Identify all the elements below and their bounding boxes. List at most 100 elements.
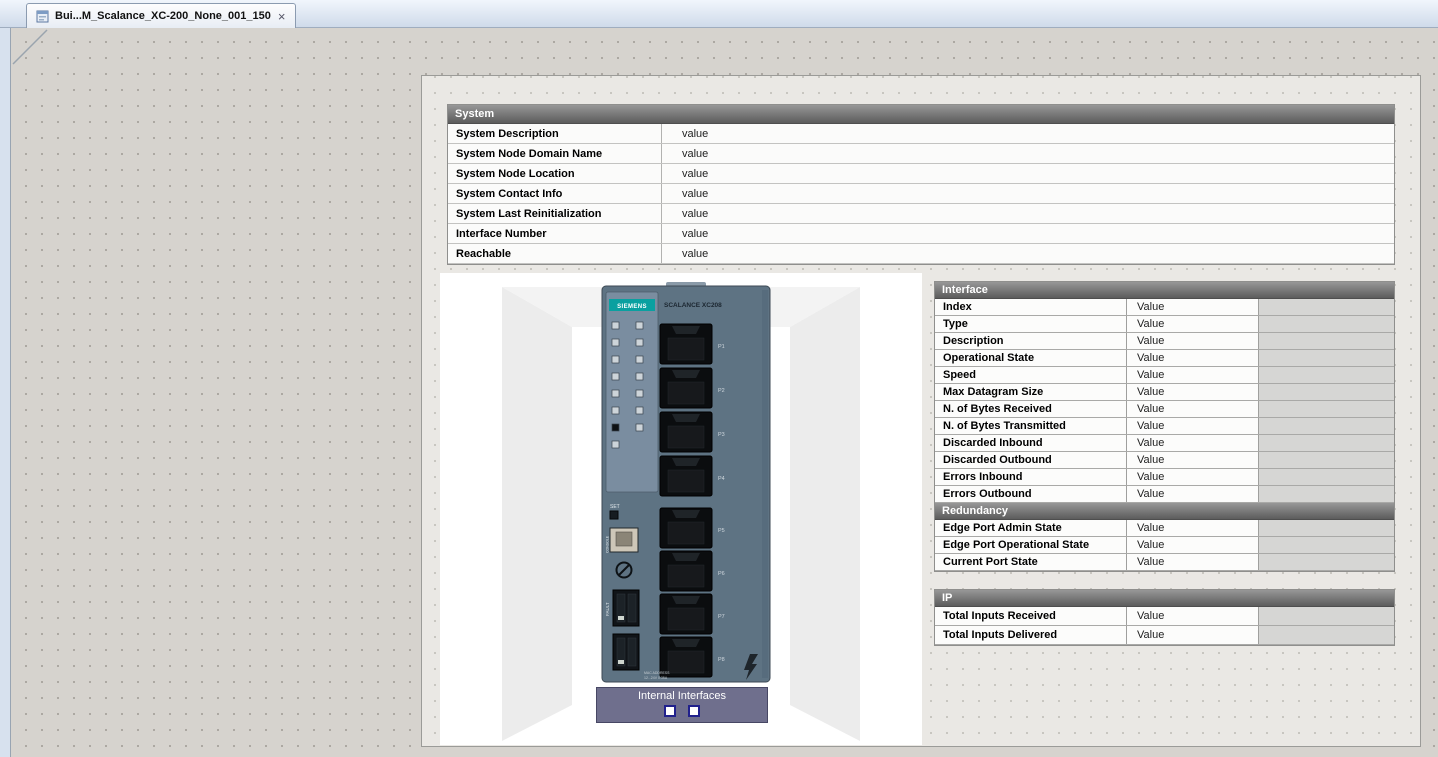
row-label: Speed (935, 367, 1127, 383)
row-label: Reachable (448, 244, 662, 263)
table-row: SpeedValue (935, 367, 1394, 384)
row-value-field: value (662, 244, 1394, 263)
ip-table-body: Total Inputs ReceivedValueTotal Inputs D… (935, 607, 1394, 645)
console-port: CONSOLE (606, 528, 639, 553)
row-label: Total Inputs Received (935, 607, 1127, 625)
internal-interface-checkbox-1[interactable] (664, 705, 676, 717)
faceplate-panel: System System DescriptionvalueSystem Nod… (421, 75, 1421, 747)
row-label: N. of Bytes Transmitted (935, 418, 1127, 434)
table-row: Operational StateValue (935, 350, 1394, 367)
row-label: System Last Reinitialization (448, 204, 662, 223)
row-label: Edge Port Operational State (935, 537, 1127, 553)
row-value-field: value (662, 124, 1394, 143)
table-row: Edge Port Operational StateValue (935, 537, 1394, 554)
row-label: System Contact Info (448, 184, 662, 203)
row-value-field: Value (1127, 626, 1259, 644)
table-row: Total Inputs ReceivedValue (935, 607, 1394, 626)
svg-text:FAULT: FAULT (605, 602, 610, 616)
system-table-header: System (448, 105, 1394, 124)
redundancy-table-body: Edge Port Admin State ValueEdge Port Oper… (935, 520, 1394, 571)
row-value-field: Value (1127, 367, 1259, 383)
table-row: IndexValue (935, 299, 1394, 316)
table-row: Interface Numbervalue (448, 224, 1394, 244)
editor-canvas: System System DescriptionvalueSystem Nod… (10, 28, 1438, 757)
row-label: Operational State (935, 350, 1127, 366)
row-value-field: value (662, 204, 1394, 223)
table-row: Errors OutboundValue (935, 486, 1394, 503)
row-label: Index (935, 299, 1127, 315)
row-label: Description (935, 333, 1127, 349)
svg-text:P3: P3 (718, 432, 725, 438)
ip-table-header: IP (935, 590, 1394, 607)
row-label: System Node Domain Name (448, 144, 662, 163)
siemens-logo: SIEMENS (609, 299, 655, 311)
row-label: Total Inputs Delivered (935, 626, 1127, 644)
tab-close-icon[interactable]: × (277, 10, 287, 23)
table-row: Current Port StateValue (935, 554, 1394, 571)
row-label: Discarded Outbound (935, 452, 1127, 468)
row-value-field: Value (1127, 554, 1259, 570)
row-value-field: Value (1127, 469, 1259, 485)
device-model-text: SCALANCE XC208 (664, 302, 722, 309)
table-row: Max Datagram SizeValue (935, 384, 1394, 401)
row-value-field: Value (1127, 333, 1259, 349)
row-label: Discarded Inbound (935, 435, 1127, 451)
editor-tab[interactable]: Bui...M_Scalance_XC-200_None_001_150 × (26, 3, 296, 28)
internal-interface-checkbox-2[interactable] (688, 705, 700, 717)
svg-text:P4: P4 (718, 476, 725, 482)
table-row: N. of Bytes TransmittedValue (935, 418, 1394, 435)
internal-interfaces-checkboxes (664, 705, 700, 717)
svg-text:P7: P7 (718, 614, 725, 620)
table-row: System Contact Infovalue (448, 184, 1394, 204)
internal-interfaces-label: Internal Interfaces (638, 690, 726, 702)
row-label: Errors Inbound (935, 469, 1127, 485)
row-label: Max Datagram Size (935, 384, 1127, 400)
row-label: Type (935, 316, 1127, 332)
row-label: System Node Location (448, 164, 662, 183)
svg-text:CONSOLE: CONSOLE (606, 535, 610, 553)
row-value-field: value (662, 164, 1394, 183)
row-label: Edge Port Admin State (935, 520, 1127, 536)
table-row: Discarded OutboundValue (935, 452, 1394, 469)
table-row: Reachablevalue (448, 244, 1394, 264)
table-row: Total Inputs DeliveredValue (935, 626, 1394, 645)
system-table: System System DescriptionvalueSystem Nod… (447, 104, 1395, 265)
row-label: Interface Number (448, 224, 662, 243)
table-row: TypeValue (935, 316, 1394, 333)
row-value-field: value (662, 144, 1394, 163)
row-value-field: Value (1127, 452, 1259, 468)
row-value-field: Value (1127, 299, 1259, 315)
row-value-field: Value (1127, 350, 1259, 366)
table-row: System Node Locationvalue (448, 164, 1394, 184)
svg-text:P6: P6 (718, 571, 725, 577)
redundancy-table-header: Redundancy (935, 503, 1394, 520)
svg-text:P5: P5 (718, 528, 725, 534)
table-row: N. of Bytes ReceivedValue (935, 401, 1394, 418)
table-row: Discarded InboundValue (935, 435, 1394, 452)
svg-text:SIEMENS: SIEMENS (617, 304, 647, 310)
row-value-field: value (662, 184, 1394, 203)
row-label: System Description (448, 124, 662, 143)
table-row: DescriptionValue (935, 333, 1394, 350)
set-button: SET (610, 504, 620, 519)
table-row: Errors InboundValue (935, 469, 1394, 486)
interface-table: Interface IndexValueTypeValueDescription… (934, 281, 1395, 572)
row-value-field: Value (1127, 607, 1259, 625)
interface-table-body: IndexValueTypeValueDescriptionValueOpera… (935, 299, 1394, 503)
system-table-body: System DescriptionvalueSystem Node Domai… (448, 124, 1394, 264)
table-row: System Node Domain Namevalue (448, 144, 1394, 164)
power-rating-text: 12...24V 0.35A (644, 676, 668, 680)
svg-text:P1: P1 (718, 344, 725, 350)
device-image-panel: SIEMENS SCALANCE XC208 (440, 273, 922, 745)
canvas-corner-cut (11, 28, 51, 68)
row-value-field: Value (1127, 384, 1259, 400)
row-value-field: Value (1127, 316, 1259, 332)
row-value-field: Value (1127, 486, 1259, 502)
ip-table: IP Total Inputs ReceivedValueTotal Input… (934, 589, 1395, 646)
svg-text:SET: SET (610, 504, 620, 510)
table-row: System Last Reinitializationvalue (448, 204, 1394, 224)
mac-address-text: MAC ADDRESS (644, 671, 670, 675)
row-value-field: value (662, 224, 1394, 243)
table-row: System Descriptionvalue (448, 124, 1394, 144)
row-label: N. of Bytes Received (935, 401, 1127, 417)
